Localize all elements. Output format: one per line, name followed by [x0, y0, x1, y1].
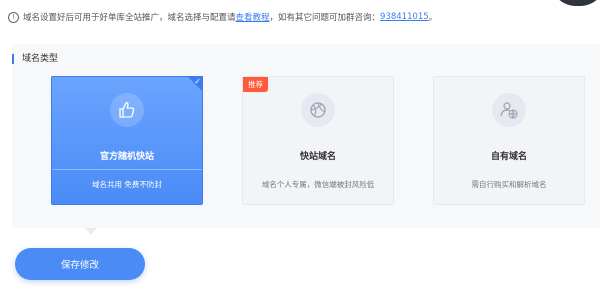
recommend-badge: 推荐 — [243, 77, 268, 92]
info-icon: ! — [8, 11, 19, 23]
card-title: 官方随机快站 — [99, 152, 154, 162]
user-globe-icon — [492, 93, 526, 127]
card-desc: 需自行购买和解析域名 — [471, 180, 547, 189]
card-official-random[interactable]: ✓ 官方随机快站 域名共用 免费不防封 — [51, 76, 203, 205]
notice-text-before: 域名设置好后可用于好单库全站推广，域名选择与配置请 — [23, 13, 236, 23]
notice-bar: ! 域名设置好后可用于好单库全站推广，域名选择与配置请 查看教程 ，如有其它问题… — [8, 10, 437, 24]
tutorial-link[interactable]: 查看教程 — [236, 11, 270, 23]
card-own-domain[interactable]: 自有域名 需自行购买和解析域名 — [433, 76, 585, 205]
card-desc: 域名共用 免费不防封 — [92, 180, 162, 189]
notice-text-middle: ，如有其它问题可加群咨询： — [269, 13, 381, 23]
card-divider — [52, 169, 202, 170]
pointer-triangle — [85, 228, 97, 235]
check-icon: ✓ — [194, 77, 201, 86]
section-title: 域名类型 — [12, 53, 58, 65]
group-number-link[interactable]: 938411015 — [380, 12, 429, 22]
notice-text-after: 。 — [428, 13, 438, 23]
top-right-decoration — [550, 0, 600, 6]
ball-icon — [301, 93, 335, 127]
card-desc: 域名个人专属，微信端被封风险低 — [261, 180, 375, 189]
card-title: 自有域名 — [490, 152, 527, 162]
card-kuaizhan-domain[interactable]: 推荐 快站域名 域名个人专属，微信端被封风险低 — [242, 76, 394, 205]
card-title: 快站域名 — [299, 152, 336, 162]
thumbs-up-icon — [110, 93, 144, 127]
save-button[interactable]: 保存修改 — [15, 248, 145, 280]
